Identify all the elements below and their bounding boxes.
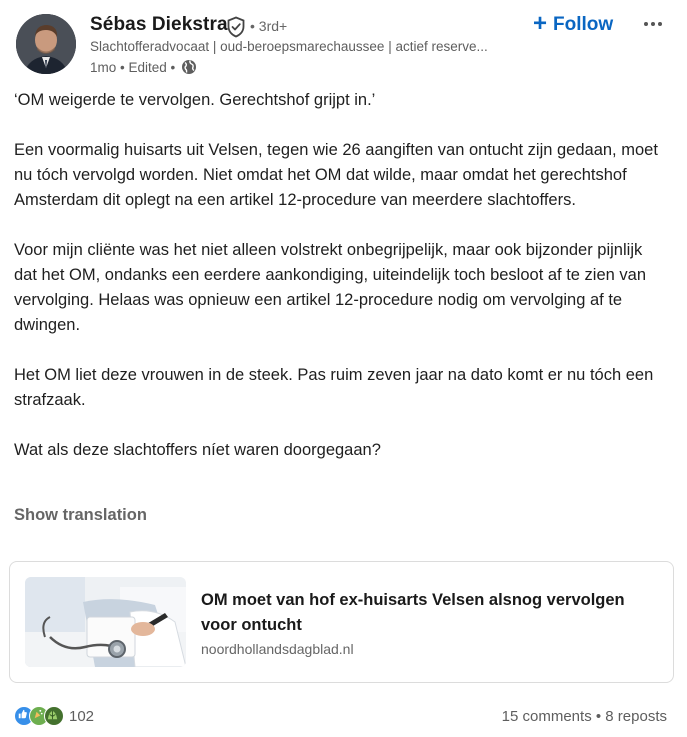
post-paragraph: Wat als deze slachtoffers níet waren doo…: [14, 441, 381, 459]
post-timestamp: 1mo • Edited •: [90, 59, 176, 75]
post-paragraph: Voor mijn cliënte was het niet alleen vo…: [14, 241, 647, 334]
reactions-count: 102: [69, 707, 95, 725]
plus-icon: +: [533, 10, 548, 37]
author-headline: Slachtofferadvocaat | oud-beroepsmarecha…: [90, 39, 488, 54]
doctor-desk-image: [25, 577, 186, 667]
post-paragraph: Het OM liet deze vrouwen in de steek. Pa…: [14, 366, 654, 409]
author-avatar[interactable]: [16, 14, 76, 74]
support-icon: [44, 706, 64, 726]
engagement-summary: 15 comments • 8 reposts: [502, 708, 667, 725]
follow-label: Follow: [553, 14, 614, 35]
separator-dot: •: [591, 708, 606, 725]
article-thumbnail: [25, 577, 186, 667]
feed-post-card: Sébas Diekstra • 3rd+ Slachtofferadvocaa…: [0, 0, 687, 737]
connection-degree: • 3rd+: [250, 18, 288, 34]
post-meta: 1mo • Edited •: [90, 59, 197, 75]
post-paragraph: Een voormalig huisarts uit Velsen, tegen…: [14, 141, 658, 209]
post-paragraph: ‘OM weigerde te vervolgen. Gerechtshof g…: [14, 91, 376, 109]
comments-count-link[interactable]: 15 comments: [502, 708, 592, 725]
post-body: ‘OM weigerde te vervolgen. Gerechtshof g…: [14, 88, 664, 463]
globe-icon: [182, 60, 197, 74]
reposts-count-link[interactable]: 8 reposts: [605, 708, 667, 725]
reactions-summary[interactable]: 102: [14, 706, 94, 726]
article-source: noordhollandsdagblad.nl: [201, 641, 354, 657]
ellipsis-icon[interactable]: [641, 12, 665, 36]
author-photo: [16, 14, 76, 74]
article-link-card[interactable]: OM moet van hof ex-huisarts Velsen alsno…: [9, 561, 674, 683]
show-translation-button[interactable]: Show translation: [14, 506, 147, 525]
article-title[interactable]: OM moet van hof ex-huisarts Velsen alsno…: [201, 588, 661, 638]
verified-shield-icon: [227, 16, 245, 38]
author-name[interactable]: Sébas Diekstra: [90, 14, 228, 36]
follow-button[interactable]: + Follow: [533, 10, 613, 40]
